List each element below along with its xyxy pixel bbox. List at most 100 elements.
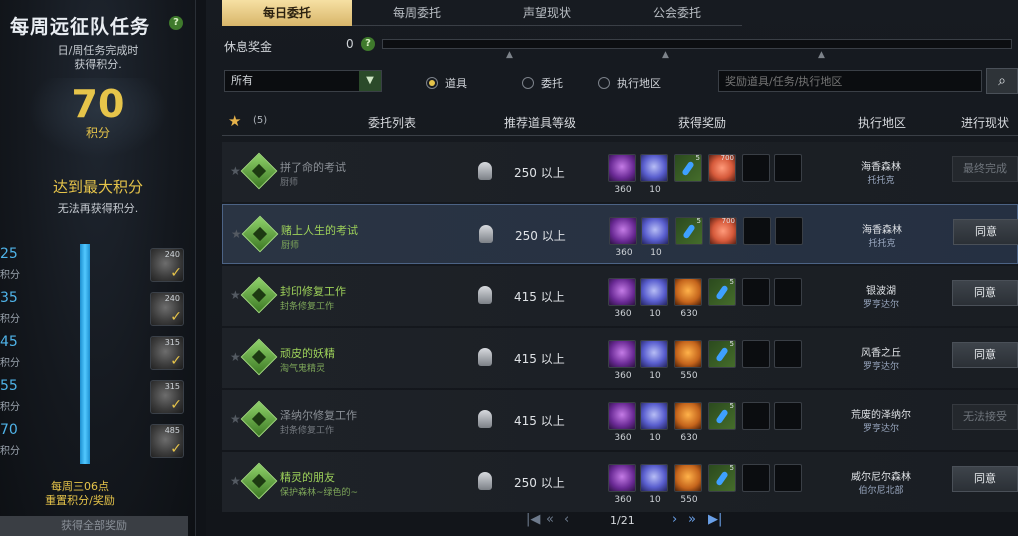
commission-npc: 厨师: [281, 241, 300, 251]
category-select[interactable]: 所有 ▼: [224, 70, 382, 92]
score-tier: 55 积分 315 ✓: [0, 376, 196, 418]
tier-reward-amount: 485: [164, 426, 180, 435]
star-icon[interactable]: ★: [230, 164, 241, 178]
reward-count: 360: [615, 248, 633, 258]
gem-reward-icon[interactable]: 10: [640, 464, 668, 505]
tab-weekly[interactable]: 每周委托: [352, 0, 482, 26]
star-icon[interactable]: ★: [230, 350, 241, 364]
star-icon[interactable]: ★: [228, 112, 241, 130]
star-icon[interactable]: ★: [230, 288, 241, 302]
radio-region[interactable]: 执行地区: [598, 75, 661, 91]
search-button[interactable]: ⌕: [986, 68, 1018, 94]
radio-dot[interactable]: [522, 77, 534, 89]
star-icon[interactable]: ★: [230, 474, 241, 488]
accept-button[interactable]: 同意: [953, 219, 1018, 245]
header-item-level: 推荐道具等级: [503, 116, 576, 130]
heart-reward-icon[interactable]: 700: [709, 217, 737, 245]
purple-reward-icon[interactable]: 360: [608, 278, 636, 319]
potion-reward-icon[interactable]: 5: [708, 402, 736, 430]
category-select-value: 所有: [231, 74, 253, 87]
star-icon[interactable]: ★: [231, 227, 242, 241]
potion-reward-icon[interactable]: 5: [708, 340, 736, 368]
gem-reward-icon[interactable]: 10: [640, 278, 668, 319]
accept-button[interactable]: 同意: [952, 280, 1018, 306]
check-icon: ✓: [170, 309, 182, 325]
radio-commission-label: 委托: [541, 77, 563, 90]
potion-reward-icon[interactable]: 5: [708, 278, 736, 306]
tier-threshold: 25: [0, 246, 18, 262]
empty-reward-slot: [742, 402, 770, 430]
commission-row[interactable]: ★ 拼了命的考试 厨师 250 以上 360 10 5 700 海香森林 托托克 最终完成: [222, 142, 1018, 202]
tier-reward-chest[interactable]: 315 ✓: [150, 336, 184, 370]
commission-name: 拼了命的考试: [280, 161, 346, 174]
tab-reputation[interactable]: 声望现状: [482, 0, 612, 26]
heart-reward-icon[interactable]: 700: [708, 154, 736, 182]
commission-row[interactable]: ★ 泽纳尔修复工作 封条修复工作 415 以上 360 10 630 5 荒废的泽纳尔 罗亨达尔 无…: [222, 390, 1018, 450]
radio-item[interactable]: 道具: [426, 75, 467, 91]
purple-reward-icon[interactable]: 360: [608, 464, 636, 505]
amber-reward-icon[interactable]: 550: [674, 340, 702, 381]
commission-row[interactable]: ★ 顽皮的妖精 淘气鬼精灵 415 以上 360 10 550 5 风香之丘 罗亨达尔 同意: [222, 328, 1018, 388]
prev-page-icon[interactable]: ‹: [564, 512, 569, 527]
prev-ten-icon[interactable]: «: [546, 512, 554, 527]
gem-reward-icon[interactable]: 10: [641, 217, 669, 258]
rest-bonus-value: 0: [346, 37, 354, 51]
rest-bonus-help-icon[interactable]: ?: [361, 37, 375, 51]
reward-count: 10: [649, 309, 661, 319]
recommended-level: 415 以上: [514, 290, 565, 304]
reward-quantity: 5: [696, 217, 701, 225]
amber-reward-icon[interactable]: 550: [674, 464, 702, 505]
tier-label: 积分: [0, 358, 20, 369]
tier-reward-chest[interactable]: 315 ✓: [150, 380, 184, 414]
amber-reward-icon[interactable]: 630: [674, 402, 702, 443]
accept-button[interactable]: 同意: [952, 466, 1018, 492]
commission-row[interactable]: ★ 赌上人生的考试 厨师 250 以上 360 10 5 700 海香森林 托托克 同意: [222, 204, 1018, 264]
accept-button[interactable]: 同意: [952, 342, 1018, 368]
gem-reward-icon[interactable]: 10: [640, 154, 668, 195]
reward-count: 360: [614, 309, 632, 319]
search-input[interactable]: [718, 70, 982, 92]
empty-reward-slot: [743, 217, 771, 245]
commission-row[interactable]: ★ 精灵的朋友 保护森林~绿色的~ 250 以上 360 10 550 5 威尔尼尔森林 伯尔尼北…: [222, 452, 1018, 512]
commission-icon: [241, 215, 279, 253]
tier-reward-chest[interactable]: 240 ✓: [150, 292, 184, 326]
help-icon[interactable]: ?: [169, 16, 183, 30]
radio-dot[interactable]: [598, 77, 610, 89]
next-page-icon[interactable]: ›: [672, 512, 677, 527]
reward-quantity: 5: [729, 278, 734, 286]
tier-reward-chest[interactable]: 485 ✓: [150, 424, 184, 458]
region-area: 伯尔尼北部: [858, 486, 904, 496]
claim-all-button[interactable]: 获得全部奖励: [0, 516, 188, 536]
page-indicator: 1/21: [610, 514, 635, 527]
tier-label: 积分: [0, 270, 20, 281]
radio-dot[interactable]: [426, 77, 438, 89]
commission-name: 封印修复工作: [280, 285, 346, 298]
amber-reward-icon[interactable]: 630: [674, 278, 702, 319]
commission-npc: 封条修复工作: [280, 426, 335, 436]
tab-guild[interactable]: 公会委托: [612, 0, 742, 26]
gem-reward-icon[interactable]: 10: [640, 402, 668, 443]
potion-reward-icon[interactable]: 5: [675, 217, 703, 245]
star-icon[interactable]: ★: [230, 412, 241, 426]
reward-count: 10: [649, 371, 661, 381]
first-page-icon[interactable]: |◀: [526, 512, 540, 527]
chevron-down-icon[interactable]: ▼: [359, 71, 381, 91]
last-page-icon[interactable]: ▶|: [708, 512, 722, 527]
purple-reward-icon[interactable]: 360: [608, 154, 636, 195]
radio-commission[interactable]: 委托: [522, 75, 563, 91]
pagination: |◀ « ‹ 1/21 › » ▶|: [526, 512, 746, 532]
reward-count: 360: [614, 371, 632, 381]
tab-daily[interactable]: 每日委托: [222, 0, 352, 26]
commission-row[interactable]: ★ 封印修复工作 封条修复工作 415 以上 360 10 630 5 银波湖 罗亨达尔 同意: [222, 266, 1018, 326]
helmet-icon: [478, 348, 492, 366]
purple-reward-icon[interactable]: 360: [609, 217, 637, 258]
score-tier: 45 积分 315 ✓: [0, 332, 196, 374]
potion-reward-icon[interactable]: 5: [708, 464, 736, 492]
next-ten-icon[interactable]: »: [688, 512, 696, 527]
purple-reward-icon[interactable]: 360: [608, 402, 636, 443]
helmet-icon: [478, 162, 492, 180]
purple-reward-icon[interactable]: 360: [608, 340, 636, 381]
potion-reward-icon[interactable]: 5: [674, 154, 702, 182]
gem-reward-icon[interactable]: 10: [640, 340, 668, 381]
tier-reward-chest[interactable]: 240 ✓: [150, 248, 184, 282]
